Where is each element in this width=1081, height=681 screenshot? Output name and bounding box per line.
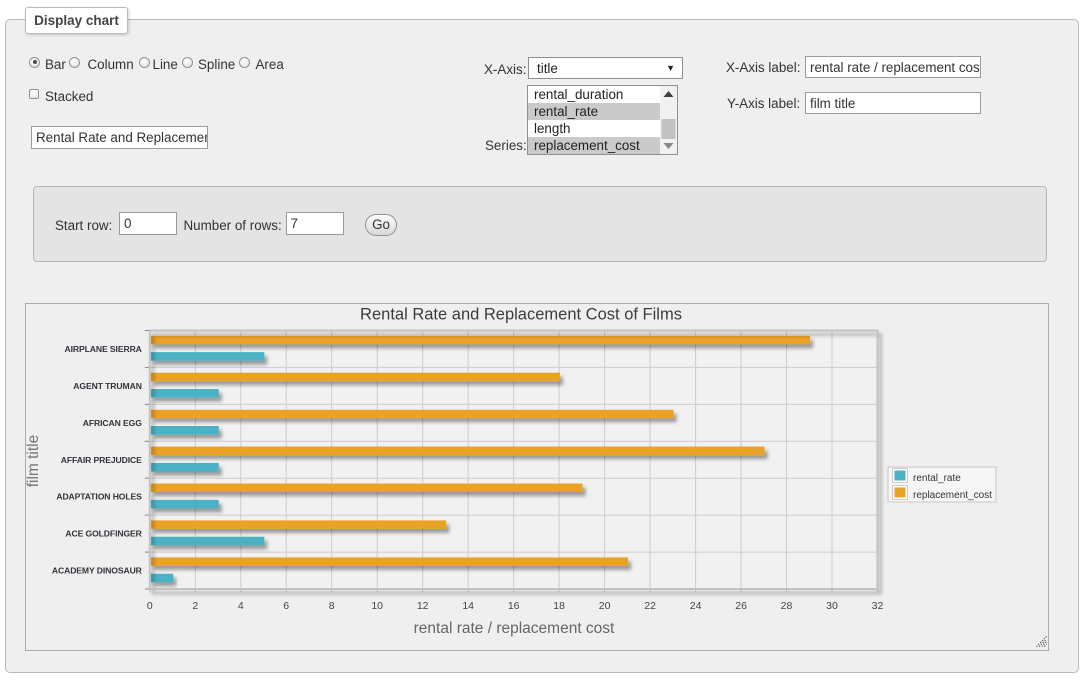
svg-text:AGENT TRUMAN: AGENT TRUMAN bbox=[73, 381, 142, 391]
svg-text:10: 10 bbox=[371, 600, 383, 612]
svg-text:ADAPTATION HOLES: ADAPTATION HOLES bbox=[56, 492, 142, 502]
svg-text:AIRPLANE SIERRA: AIRPLANE SIERRA bbox=[65, 344, 142, 354]
svg-text:12: 12 bbox=[417, 600, 429, 612]
svg-text:20: 20 bbox=[599, 600, 611, 612]
svg-text:AFRICAN EGG: AFRICAN EGG bbox=[83, 418, 142, 428]
svg-text:30: 30 bbox=[826, 600, 838, 612]
svg-text:ACADEMY DINOSAUR: ACADEMY DINOSAUR bbox=[52, 566, 143, 576]
svg-text:4: 4 bbox=[238, 600, 244, 612]
svg-text:rental_rate: rental_rate bbox=[913, 473, 961, 484]
svg-text:replacement_cost: replacement_cost bbox=[913, 490, 992, 501]
svg-text:0: 0 bbox=[147, 600, 153, 612]
svg-text:24: 24 bbox=[690, 600, 702, 612]
svg-text:28: 28 bbox=[781, 600, 793, 612]
svg-text:8: 8 bbox=[329, 600, 335, 612]
svg-text:ACE GOLDFINGER: ACE GOLDFINGER bbox=[65, 529, 142, 539]
svg-text:AFFAIR PREJUDICE: AFFAIR PREJUDICE bbox=[61, 455, 142, 465]
svg-text:14: 14 bbox=[462, 600, 474, 612]
svg-text:18: 18 bbox=[553, 600, 565, 612]
svg-text:2: 2 bbox=[192, 600, 198, 612]
svg-text:22: 22 bbox=[644, 600, 656, 612]
svg-text:Rental Rate and Replacement Co: Rental Rate and Replacement Cost of Film… bbox=[360, 306, 682, 324]
svg-text:32: 32 bbox=[872, 600, 884, 612]
svg-text:26: 26 bbox=[735, 600, 747, 612]
svg-text:rental rate / replacement cost: rental rate / replacement cost bbox=[414, 620, 615, 637]
svg-text:16: 16 bbox=[508, 600, 520, 612]
svg-text:6: 6 bbox=[283, 600, 289, 612]
